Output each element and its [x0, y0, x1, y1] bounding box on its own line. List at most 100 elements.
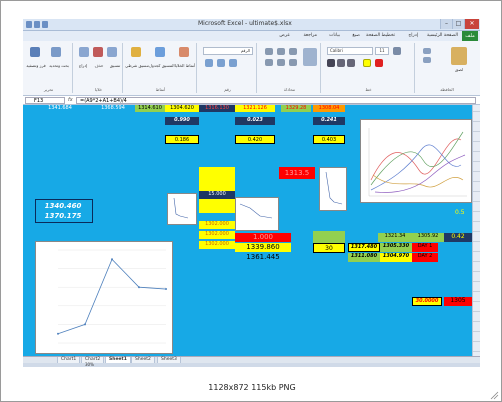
- minimize-button[interactable]: –: [440, 19, 452, 29]
- cell-top-4[interactable]: 1304.620: [165, 105, 199, 112]
- format-cells-icon[interactable]: [107, 47, 117, 57]
- data-point: [138, 286, 140, 289]
- right-r1-c2[interactable]: 1305.92: [412, 233, 444, 242]
- window-controls: – □ ✕: [440, 19, 479, 29]
- row-headers[interactable]: [472, 105, 480, 356]
- right-r2-c2[interactable]: 1305.330: [380, 243, 412, 252]
- cell-top-2[interactable]: 1368.594: [93, 105, 133, 112]
- align-middle-icon[interactable]: [277, 48, 285, 55]
- cell-30[interactable]: 30: [313, 243, 345, 253]
- worksheet[interactable]: 1341.684 1368.594 1314.610 1304.620 1316…: [23, 105, 480, 356]
- font-color-icon[interactable]: [375, 59, 383, 67]
- italic-icon[interactable]: [337, 59, 345, 67]
- tab-data[interactable]: بيانات: [329, 33, 340, 38]
- align-right-icon[interactable]: [289, 59, 297, 66]
- tab-page-layout[interactable]: تخطيط الصفحة: [366, 33, 395, 38]
- copy-icon[interactable]: [423, 57, 431, 63]
- cut-icon[interactable]: [423, 48, 431, 54]
- grow-font-icon[interactable]: [393, 47, 401, 55]
- sort-filter-icon[interactable]: [30, 47, 40, 57]
- cell-ratio-2[interactable]: 0.023: [235, 117, 275, 125]
- redo-icon[interactable]: [42, 21, 48, 28]
- conditional-format-icon[interactable]: [131, 47, 141, 57]
- main-line-chart[interactable]: [35, 241, 173, 354]
- number-format-select[interactable]: الرقم: [203, 47, 253, 55]
- right-r3-c2[interactable]: 1304.970: [380, 253, 412, 262]
- mid-value-3[interactable]: 1361.445: [235, 253, 291, 262]
- percent-icon[interactable]: [217, 59, 225, 67]
- cell-yellow-3[interactable]: 0.403: [313, 135, 345, 144]
- tab-insert[interactable]: إدراج: [408, 33, 418, 38]
- right-r2-c1[interactable]: 1317.480: [348, 243, 380, 252]
- align-center-icon[interactable]: [277, 59, 285, 66]
- cell-top-1[interactable]: 1341.684: [35, 105, 85, 112]
- right-r3-c1[interactable]: 1311.080: [348, 253, 380, 262]
- tab-review[interactable]: مراجعة: [303, 33, 317, 38]
- align-bottom-icon[interactable]: [289, 48, 297, 55]
- mini-chart-3[interactable]: [319, 167, 347, 211]
- mid-value-2[interactable]: 1339.860: [235, 243, 291, 252]
- cell-top-7[interactable]: 1329.28: [281, 105, 311, 112]
- formula-input[interactable]: =(A9*2+A1+B4)/4: [76, 97, 476, 104]
- bottom-red-cell[interactable]: 1305: [444, 297, 472, 306]
- cell-top-6[interactable]: 1321.126: [235, 105, 275, 112]
- maximize-button[interactable]: □: [452, 19, 464, 29]
- name-box[interactable]: F13: [25, 97, 65, 104]
- right-r3-day[interactable]: DAY 2: [412, 253, 438, 262]
- font-name-select[interactable]: Calibri: [327, 47, 373, 55]
- cell-small-1[interactable]: 15.000: [199, 191, 235, 199]
- right-r2-day[interactable]: DAY 1: [412, 243, 438, 252]
- underline-icon[interactable]: [347, 59, 355, 67]
- data-point: [57, 332, 59, 335]
- delete-cells-icon[interactable]: [93, 47, 103, 57]
- conditional-format-label: تنسيق شرطي: [125, 63, 149, 68]
- red-value-box[interactable]: 1313.5: [279, 167, 315, 179]
- cell-yellow-1[interactable]: 0.186: [165, 135, 199, 144]
- left-value-2[interactable]: 1370.175: [38, 212, 88, 221]
- cell-small-2[interactable]: 1302.000: [199, 221, 235, 229]
- format-as-table-icon[interactable]: [155, 47, 165, 57]
- mini-chart-1[interactable]: [167, 193, 197, 225]
- cell-small-3[interactable]: 1302.000: [199, 231, 235, 239]
- tab-home[interactable]: الصفحة الرئيسية: [427, 33, 458, 38]
- fill-color-icon[interactable]: [363, 59, 371, 67]
- currency-icon[interactable]: [205, 59, 213, 67]
- cell-styles-icon[interactable]: [179, 47, 189, 57]
- cell-ratio-3[interactable]: 0.241: [313, 117, 345, 125]
- cell-top-5[interactable]: 1316.130: [199, 105, 235, 112]
- tab-file[interactable]: ملف: [462, 31, 478, 41]
- save-icon[interactable]: [26, 21, 32, 28]
- group-label-alignment: محاذاة: [284, 87, 295, 92]
- multi-line-chart[interactable]: [360, 119, 472, 203]
- cell-small-4[interactable]: 1302.000: [199, 241, 235, 249]
- series-line: [57, 258, 167, 335]
- left-value-1[interactable]: 1340.460: [38, 202, 88, 211]
- side-yellow-value[interactable]: 0.5: [455, 209, 473, 218]
- cell-ratio-1[interactable]: 0.990: [165, 117, 199, 125]
- bold-icon[interactable]: [327, 59, 335, 67]
- mini-chart-2[interactable]: [235, 197, 279, 231]
- close-button[interactable]: ✕: [464, 19, 479, 29]
- merge-center-icon[interactable]: [303, 48, 317, 66]
- tab-view[interactable]: عرض: [279, 33, 290, 38]
- bottom-yellow-cell[interactable]: 30.0000: [412, 297, 442, 306]
- right-r1-c1[interactable]: 1321.34: [378, 233, 412, 242]
- quick-access-toolbar[interactable]: [26, 21, 56, 29]
- align-top-icon[interactable]: [265, 48, 273, 55]
- zoom-level[interactable]: 30%: [85, 362, 94, 367]
- cell-top-8[interactable]: 1308.04: [313, 105, 345, 112]
- mid-value-1[interactable]: 1.000: [235, 233, 291, 242]
- font-size-select[interactable]: 11: [375, 47, 389, 55]
- fx-icon[interactable]: fx: [68, 97, 73, 103]
- tab-formulas[interactable]: صيغ: [352, 33, 360, 38]
- cell-top-3[interactable]: 1314.610: [135, 105, 165, 112]
- paste-icon[interactable]: [451, 47, 467, 65]
- comma-icon[interactable]: [229, 59, 237, 67]
- find-select-icon[interactable]: [51, 47, 61, 57]
- cell-styles-label: أنماط الخلايا: [174, 63, 196, 68]
- align-left-icon[interactable]: [265, 59, 273, 66]
- right-r1-c3[interactable]: 0.42: [444, 233, 472, 242]
- insert-cells-icon[interactable]: [79, 47, 89, 57]
- cell-yellow-2[interactable]: 0.420: [235, 135, 275, 144]
- undo-icon[interactable]: [34, 21, 40, 28]
